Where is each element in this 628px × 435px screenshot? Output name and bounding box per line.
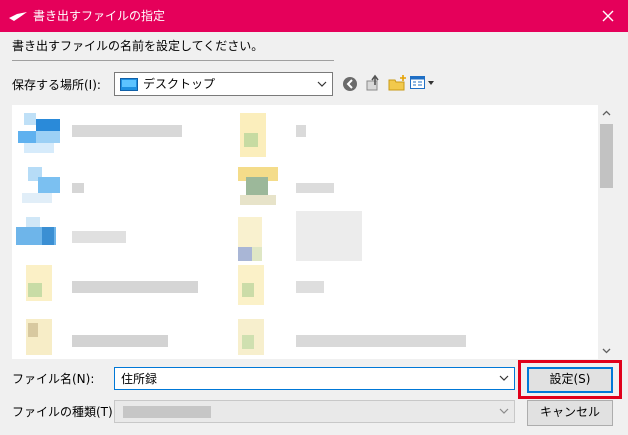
save-location-value: デスクトップ (143, 77, 216, 91)
blurred-label (72, 183, 84, 193)
chevron-down-icon[interactable] (499, 373, 509, 383)
file-type-select[interactable] (114, 400, 515, 423)
desktop-icon (120, 78, 138, 91)
file-list-scrollbar[interactable] (598, 105, 615, 359)
blurred-label (296, 125, 306, 137)
back-icon (343, 77, 357, 91)
view-menu-icon (410, 76, 434, 89)
save-location-combo[interactable]: デスクトップ (114, 72, 333, 96)
annotation-highlight (518, 360, 622, 399)
file-name-label: ファイル名(N): (12, 372, 95, 386)
view-menu-button[interactable] (409, 72, 437, 94)
save-location-label: 保存する場所(I): (12, 78, 101, 92)
window-title: 書き出すファイルの指定 (33, 9, 166, 23)
up-folder-button[interactable] (364, 72, 386, 94)
up-folder-icon (366, 74, 379, 91)
app-logo-icon (9, 12, 27, 21)
blurred-label (296, 183, 334, 193)
chevron-down-icon (317, 81, 327, 87)
cancel-button[interactable]: キャンセル (527, 400, 613, 426)
scrollbar-thumb[interactable] (600, 124, 613, 188)
blurred-label (72, 231, 126, 243)
chevron-down-icon[interactable] (598, 342, 615, 359)
blurred-label (72, 125, 182, 137)
file-type-label: ファイルの種類(T): (12, 405, 117, 419)
blurred-file-type (123, 406, 211, 418)
close-icon (602, 10, 614, 22)
blurred-label (296, 211, 362, 261)
blurred-label (72, 281, 198, 293)
new-folder-icon (388, 75, 406, 91)
file-list[interactable] (12, 105, 615, 359)
blurred-label (296, 281, 324, 293)
new-folder-button[interactable] (387, 72, 409, 94)
back-button[interactable] (340, 73, 362, 95)
chevron-up-icon[interactable] (598, 105, 615, 122)
blurred-label (72, 335, 168, 347)
chevron-down-icon (499, 408, 509, 414)
title-bar: 書き出すファイルの指定 (0, 0, 628, 32)
prompt-text: 書き出すファイルの名前を設定してください。 (12, 39, 264, 53)
blurred-label (296, 335, 466, 347)
divider (12, 60, 334, 61)
file-name-value: 住所録 (121, 372, 158, 386)
file-name-input[interactable]: 住所録 (114, 367, 515, 390)
close-button[interactable] (588, 0, 628, 32)
